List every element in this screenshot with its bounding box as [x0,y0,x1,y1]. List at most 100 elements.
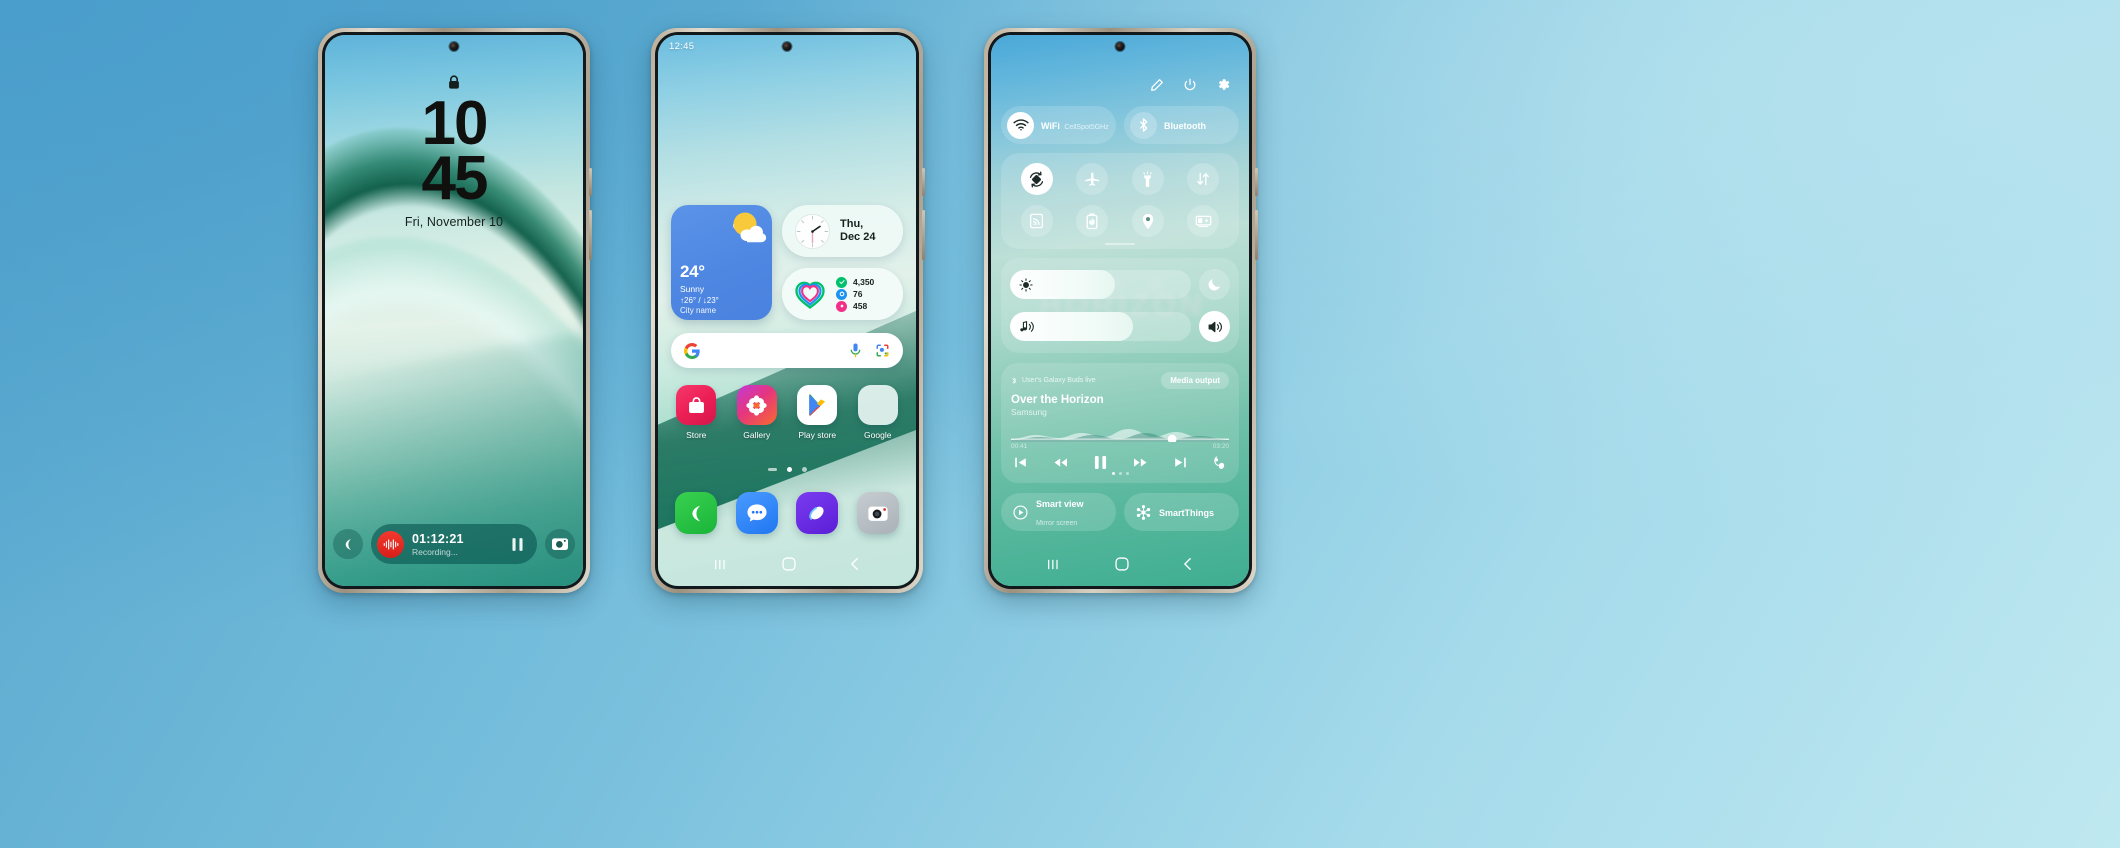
clock-minutes: 45 [421,143,489,213]
microphone-icon[interactable] [849,343,862,358]
wifi-toggle[interactable]: WiFi CellSpot5GHz [1001,106,1116,144]
media-page-dot-active [1111,472,1115,475]
fast-forward-icon[interactable] [1133,456,1148,469]
panel-expand-handle[interactable] [1105,242,1135,245]
widgets-area: 24° Sunny ↑26° / ↓23° City name Thu, Dec… [671,205,903,320]
media-title: Over the Horizon [1011,394,1104,406]
rewind-icon[interactable] [1053,456,1068,469]
recents-icon[interactable] [1047,558,1062,571]
dock-phone-icon[interactable] [675,492,718,534]
status-bar-time: 12:45 [669,40,695,52]
location-icon[interactable] [1131,205,1164,237]
weather-widget[interactable]: 24° Sunny ↑26° / ↓23° City name [671,205,772,320]
media-player: User's Galaxy Buds live Media output Ove… [1001,363,1239,483]
play-store-icon [797,385,838,425]
front-camera [1115,42,1125,51]
back-icon[interactable] [1182,557,1193,571]
brightness-slider[interactable] [1010,270,1191,299]
earbuds-icon[interactable] [1213,455,1226,470]
quick-buttons-row [1009,163,1231,195]
page-dot[interactable] [801,467,807,472]
brightness-icon [1019,277,1033,292]
recording-status: Recording... [412,546,458,557]
health-widget[interactable]: 4,350 76 458 [782,268,903,320]
page-dot[interactable] [767,468,777,471]
calories-value: 458 [853,301,868,311]
wifi-toggle-title: WiFi [1041,121,1060,131]
google-search-bar[interactable] [671,333,903,368]
health-metric-row: 458 [836,300,874,312]
app-store[interactable]: Store [667,385,725,440]
wifi-icon [1007,111,1034,139]
pause-icon[interactable] [1094,455,1107,470]
clock-widget-date: Dec 24 [840,231,876,243]
page-indicator[interactable] [658,467,916,472]
quick-buttons-row [1009,205,1231,237]
bluetooth-toggle[interactable]: Bluetooth [1124,106,1239,144]
home-icon[interactable] [1115,557,1129,571]
recents-icon[interactable] [714,558,729,571]
edit-pencil-icon[interactable] [1150,78,1164,92]
dark-mode-moon-icon[interactable] [1199,269,1230,300]
mobile-data-icon[interactable] [1187,163,1220,195]
dock [666,492,908,534]
phone-lock-screen: 10 45 Fri, November 10 01:12:21 Recordin… [318,28,592,593]
power-icon[interactable] [1183,78,1197,92]
analog-clock-icon [794,213,831,250]
app-gallery[interactable]: Gallery [728,385,786,440]
phone-shortcut-button[interactable] [333,529,363,559]
page-dot-active[interactable] [786,467,792,472]
weather-temperature: 24° [680,262,705,281]
settings-gear-icon[interactable] [1216,77,1231,92]
smartthings-tile[interactable]: SmartThings [1124,493,1239,531]
media-page-indicator[interactable] [1011,472,1229,477]
quick-settings-screen[interactable]: T H E HORIZON WiFi CellSpot5GHz Bluetoot… [991,35,1249,586]
camera-shortcut-button[interactable] [545,529,575,559]
media-progress-waveform[interactable] [1011,424,1229,442]
pause-icon[interactable] [512,537,525,551]
home-screen[interactable]: 12:45 24° Sunny ↑26° / ↓23° City name Th… [658,35,916,586]
brightness-slider-row [1010,269,1230,300]
clock-widget[interactable]: Thu, Dec 24 [782,205,903,257]
media-controls [1011,450,1229,472]
google-lens-icon[interactable] [875,343,890,358]
media-artist: Samsung [1011,407,1047,417]
lock-icon [448,75,461,90]
home-icon[interactable] [782,557,796,571]
phone-home-screen: 12:45 24° Sunny ↑26° / ↓23° City name Th… [651,28,925,593]
quick-settings-panel: WiFi CellSpot5GHz Bluetooth User's Galax… [991,35,1249,586]
app-play-store[interactable]: Play store [788,385,846,440]
health-metrics: 4,350 76 458 [836,276,874,312]
media-output-button[interactable]: Media output [1161,372,1229,389]
media-device[interactable]: User's Galaxy Buds live [1011,376,1096,385]
app-google-folder[interactable]: Google [849,385,907,440]
lock-bottom-bar: 01:12:21 Recording... [333,524,575,564]
auto-rotate-icon[interactable] [1020,163,1053,195]
bottom-tiles: Smart view Mirror screen SmartThings [1001,493,1239,531]
airplane-mode-icon[interactable] [1076,163,1109,195]
dex-icon[interactable] [1187,205,1220,237]
nearby-share-icon[interactable] [1020,205,1053,237]
recording-notification[interactable]: 01:12:21 Recording... [371,524,537,564]
dock-camera-icon[interactable] [856,492,899,534]
smart-view-subtitle: Mirror screen [1036,520,1078,527]
back-icon[interactable] [849,557,860,571]
media-device-name: User's Galaxy Buds live [1022,377,1096,384]
speaker-icon[interactable] [1199,311,1230,342]
smart-view-tile[interactable]: Smart view Mirror screen [1001,493,1116,531]
next-track-icon[interactable] [1174,456,1187,469]
dock-internet-icon[interactable] [796,492,839,534]
media-duration: 03:20 [1212,443,1229,450]
activity-rings-icon [792,276,828,312]
health-metric-row: 4,350 [836,276,874,288]
smart-view-title: Smart view [1036,499,1084,509]
lock-clock: 10 45 Fri, November 10 [325,93,583,229]
dock-messages-icon[interactable] [735,492,778,534]
volume-slider[interactable] [1010,312,1191,341]
battery-saver-icon[interactable] [1076,205,1109,237]
media-elapsed: 00:41 [1011,443,1028,450]
lock-screen[interactable]: 10 45 Fri, November 10 01:12:21 Recordin… [325,35,583,586]
previous-track-icon[interactable] [1014,456,1027,469]
flashlight-icon[interactable] [1131,163,1164,195]
front-camera [449,42,459,51]
